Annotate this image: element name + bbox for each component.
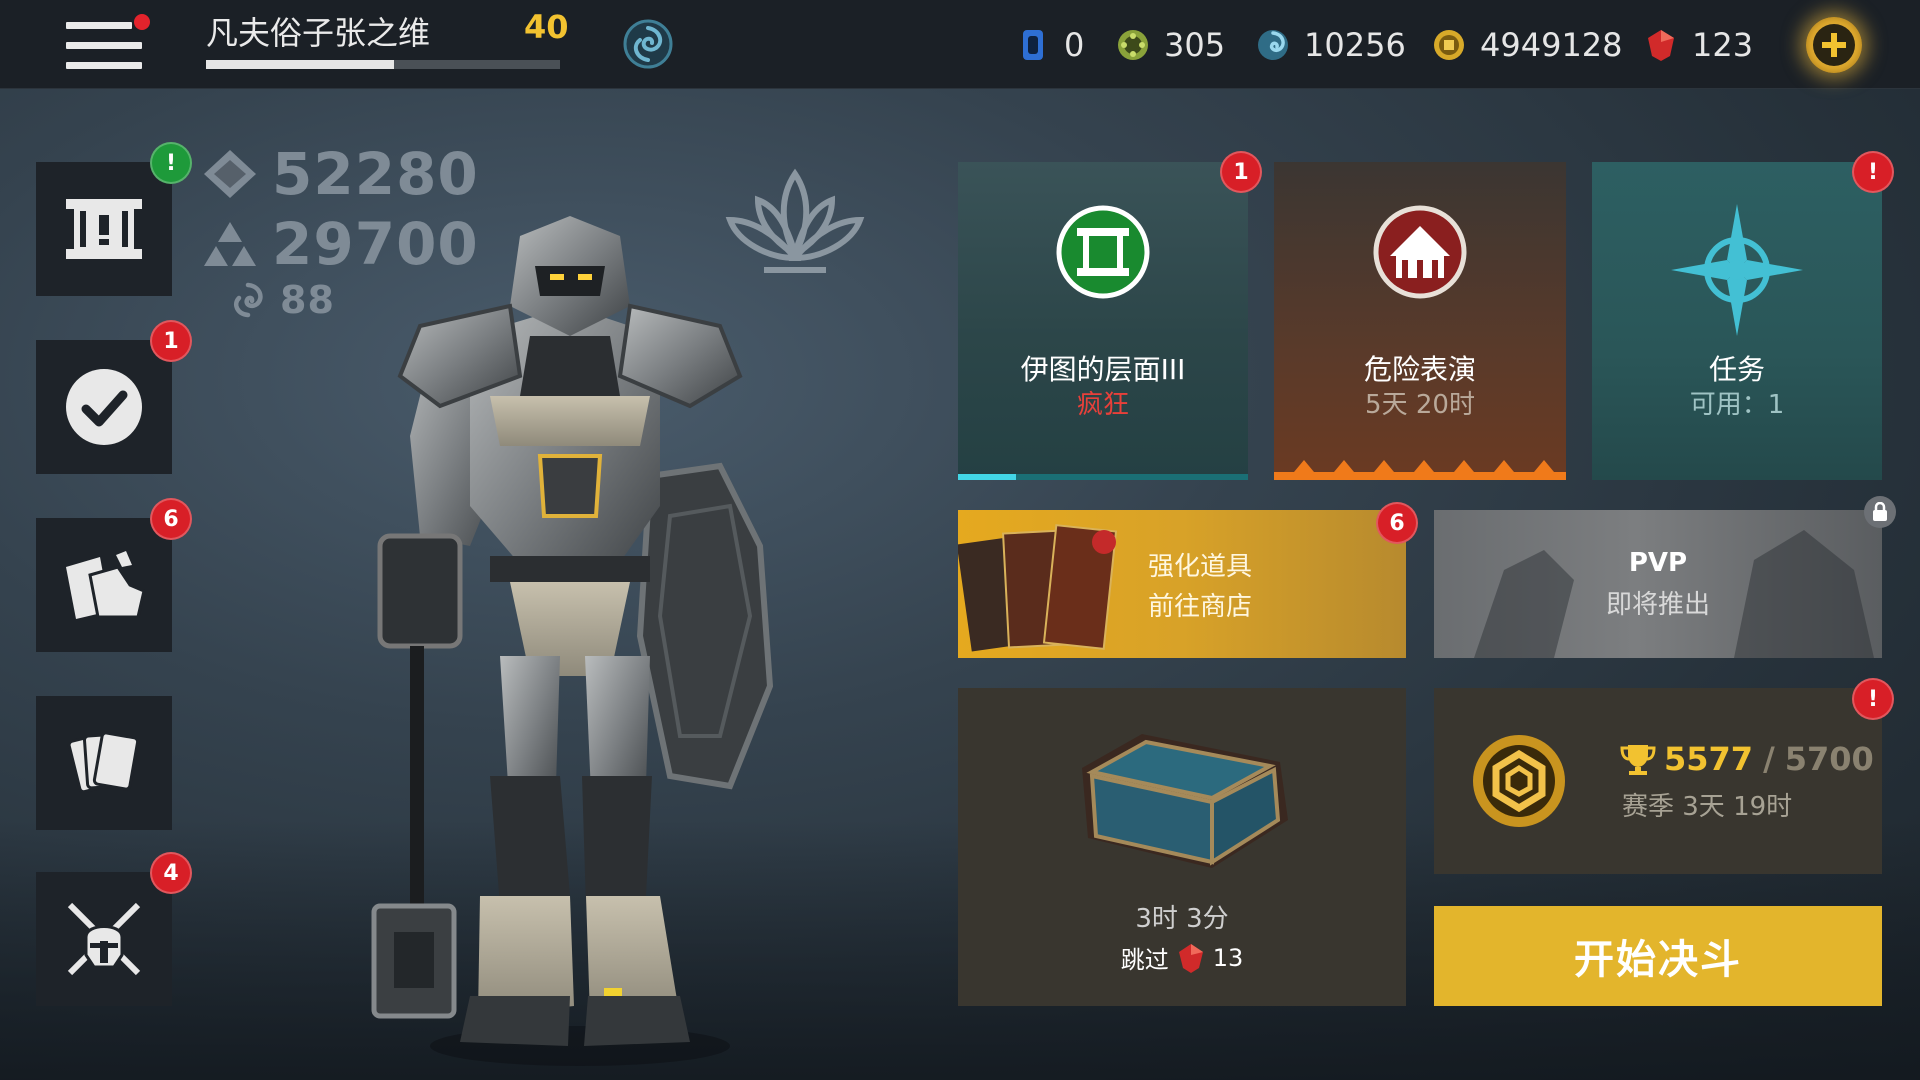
resource-coins[interactable]: 4949128 — [1432, 22, 1623, 68]
league-card[interactable]: 5577 / 5700 赛季 3天 19时 — [1434, 688, 1882, 874]
sidebar-badge: 6 — [150, 498, 192, 540]
start-fight-button[interactable]: 开始决斗 — [1434, 906, 1882, 1006]
event-title: 任务 — [1708, 353, 1765, 386]
event-card-quests[interactable]: 任务 可用：1 — [1592, 162, 1882, 480]
sidebar-loot-button[interactable]: 6 — [36, 498, 192, 652]
spiral-icon — [234, 282, 263, 318]
chest-icon — [1082, 734, 1288, 868]
plus-icon — [1813, 24, 1855, 66]
tickets-value: 0 — [1064, 26, 1085, 64]
scroll-icon — [66, 199, 142, 259]
league-current: 5577 — [1664, 740, 1754, 778]
crossed-swords-icon — [67, 902, 141, 976]
sidebar-badge: ! — [150, 142, 192, 184]
coins-value: 4949128 — [1480, 26, 1623, 64]
pvp-card[interactable]: PVP 即将推出 — [1434, 510, 1882, 658]
event-title: 危险表演 — [1363, 353, 1476, 386]
diamond-icon — [204, 150, 256, 198]
start-fight-label: 开始决斗 — [1574, 937, 1742, 983]
tokens-icon — [1116, 28, 1150, 62]
resource-energy[interactable]: 10256 — [1256, 22, 1406, 68]
event-progress-fill — [958, 474, 1016, 480]
sidebar-achievements-button[interactable]: 1 — [36, 320, 192, 474]
league-season-timer: 赛季 3天 19时 — [1622, 792, 1793, 822]
power-value: 52280 — [272, 140, 479, 208]
event-difficulty: 疯狂 — [1076, 390, 1129, 420]
loot-icon — [66, 551, 146, 619]
booster-goto-shop: 前往商店 — [1148, 592, 1253, 622]
pvp-title: PVP — [1628, 548, 1688, 578]
booster-packs-image — [958, 524, 1118, 652]
sidebar-clan-button[interactable]: 4 — [36, 852, 192, 1006]
sidebar-badge: 1 — [150, 320, 192, 362]
quests-available: 可用：1 — [1689, 390, 1785, 420]
triangles-icon — [204, 222, 256, 266]
player-level: 40 — [524, 8, 569, 46]
league-target: 5700 — [1784, 740, 1874, 778]
player-name[interactable]: 凡夫俗子张之维 — [206, 8, 430, 54]
chest-timer: 3时 3分 — [1135, 904, 1229, 934]
power-stat: 52280 — [200, 140, 479, 208]
league-badge: ! — [1852, 678, 1894, 720]
pvp-subtitle: 即将推出 — [1605, 590, 1710, 620]
coin-icon — [1432, 28, 1466, 62]
booster-title: 强化道具 — [1148, 552, 1253, 582]
tent-emblem-icon — [1373, 205, 1467, 299]
skip-cost: 13 — [1212, 943, 1244, 972]
menu-icon-bar — [66, 62, 142, 69]
event-badge: 1 — [1220, 151, 1262, 193]
event-card-dangerous-show[interactable]: 危险表演 5天 20时 — [1274, 162, 1566, 480]
scroll-emblem-icon — [1056, 205, 1150, 299]
shadow-value: 88 — [280, 278, 335, 322]
menu-icon — [66, 22, 132, 29]
compass-icon — [1671, 204, 1803, 336]
trophy-icon — [1620, 745, 1656, 775]
tokens-value: 305 — [1164, 26, 1226, 64]
sidebar-badge: 4 — [150, 852, 192, 894]
menu-button[interactable] — [62, 14, 150, 78]
rubies-value: 123 — [1692, 26, 1754, 64]
menu-icon-bar — [66, 42, 142, 49]
ruby-icon — [1644, 28, 1678, 62]
add-currency-button[interactable] — [1806, 17, 1862, 73]
sidebar-scroll-button[interactable]: ! — [36, 142, 192, 296]
shadow-stat: 88 — [228, 278, 335, 322]
top-bar: 凡夫俗子张之维 40 0 305 10256 4949128 123 — [0, 0, 1920, 89]
booster-shop-card[interactable]: 强化道具 前往商店 — [958, 510, 1406, 658]
ticket-icon — [1016, 28, 1050, 62]
chest-card[interactable]: 3时 3分 跳过 13 — [958, 688, 1406, 1006]
league-emblem-icon — [1473, 735, 1565, 827]
skip-label: 跳过 — [1120, 946, 1169, 974]
spike-border — [1274, 460, 1566, 480]
ruby-icon — [1178, 943, 1203, 973]
league-separator: / — [1763, 740, 1775, 778]
cards-icon — [67, 731, 140, 794]
spiral-icon[interactable] — [622, 18, 674, 70]
lock-icon — [1864, 496, 1896, 528]
league-score: 5577 / 5700 — [1620, 740, 1874, 778]
energy-icon — [1256, 28, 1290, 62]
chest-skip[interactable]: 跳过 13 — [958, 940, 1406, 975]
xp-bar — [206, 60, 560, 69]
resource-tickets[interactable]: 0 — [1016, 22, 1084, 68]
resource-rubies[interactable]: 123 — [1644, 22, 1753, 68]
sidebar-cards-button[interactable] — [36, 696, 172, 830]
xp-bar-fill — [206, 60, 394, 69]
event-timer: 5天 20时 — [1365, 390, 1475, 420]
energy-value: 10256 — [1304, 26, 1406, 64]
resource-tokens[interactable]: 305 — [1116, 22, 1225, 68]
event-title: 伊图的层面III — [1020, 353, 1186, 386]
event-progress-track — [958, 474, 1248, 480]
checkmark-icon — [66, 369, 142, 445]
armored-knight-character[interactable] — [360, 216, 800, 1072]
booster-badge: 6 — [1376, 502, 1418, 544]
event-badge: ! — [1852, 151, 1894, 193]
notification-dot — [134, 14, 150, 30]
event-card-itu-plane[interactable]: 伊图的层面III 疯狂 — [958, 162, 1248, 480]
